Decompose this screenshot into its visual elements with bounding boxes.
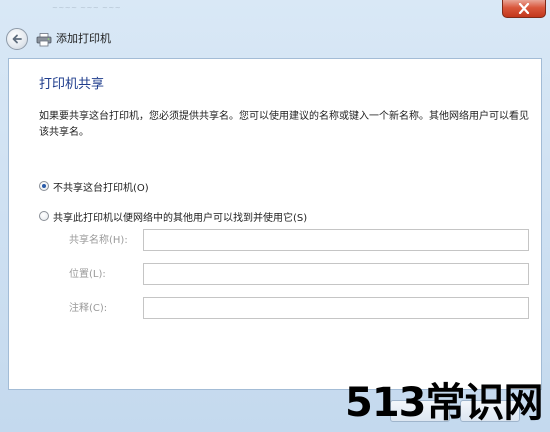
add-printer-window: ~~~~ ~~~ ~~~ 添加打印机 打印机共享 如果要共享这台打印机，您必须提… [0, 0, 550, 432]
back-button[interactable] [6, 28, 28, 50]
wizard-content-panel: 打印机共享 如果要共享这台打印机，您必须提供共享名。您可以使用建议的名称或键入一… [8, 58, 542, 390]
navigation-bar: 添加打印机 [0, 22, 550, 56]
page-description: 如果要共享这台打印机，您必须提供共享名。您可以使用建议的名称或键入一个新名称。其… [39, 111, 529, 138]
comment-input[interactable] [143, 297, 529, 319]
share-name-label: 共享名称(H): [69, 235, 128, 246]
wizard-title: 添加打印机 [56, 32, 111, 45]
comment-label: 注释(C): [69, 303, 108, 314]
no-share-radio[interactable] [39, 181, 49, 191]
share-label: 共享此打印机以便网络中的其他用户可以找到并使用它(S) [53, 212, 308, 224]
no-share-option[interactable]: 不共享这台打印机(O) [39, 179, 149, 194]
no-share-label: 不共享这台打印机(O) [53, 182, 149, 194]
printer-icon [36, 32, 52, 47]
page-title: 打印机共享 [39, 77, 105, 92]
watermark-text: 513常识网 [345, 380, 543, 426]
window-title-ghost: ~~~~ ~~~ ~~~ [52, 4, 122, 12]
location-label: 位置(L): [69, 269, 106, 280]
share-radio[interactable] [39, 211, 49, 221]
location-input[interactable] [143, 263, 529, 285]
share-name-input[interactable] [143, 229, 529, 251]
title-bar: ~~~~ ~~~ ~~~ [0, 0, 550, 22]
share-option[interactable]: 共享此打印机以便网络中的其他用户可以找到并使用它(S) [39, 209, 308, 224]
close-button[interactable] [502, 0, 546, 18]
